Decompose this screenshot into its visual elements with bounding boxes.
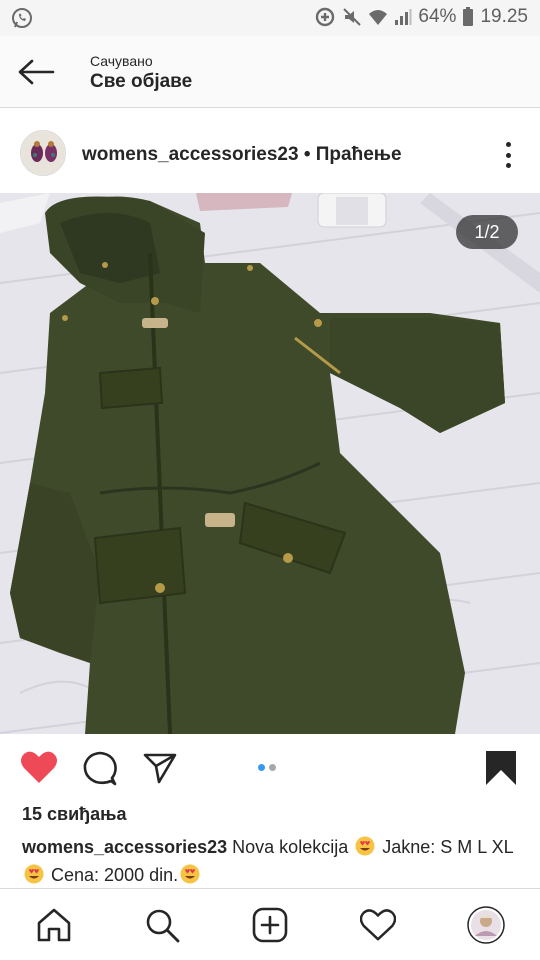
- dot: [505, 152, 511, 158]
- carousel-indicator: [258, 764, 276, 771]
- post-caption: womens_accessories23 Nova kolekcija Jakn…: [22, 833, 518, 889]
- page-title: Све објаве: [90, 71, 193, 92]
- caption-text-3: Cena: 2000 din.: [51, 865, 179, 885]
- data-saver-icon: [314, 6, 336, 28]
- wifi-icon: [368, 7, 388, 27]
- back-button[interactable]: [14, 52, 58, 92]
- comment-button[interactable]: [82, 750, 118, 791]
- status-bar: 64% 19.25: [0, 0, 540, 36]
- action-bar: [0, 734, 540, 800]
- nav-activity[interactable]: [358, 905, 398, 945]
- following-button[interactable]: Праћење: [316, 144, 402, 165]
- carousel-dot-active: [258, 764, 265, 771]
- comment-icon: [83, 751, 117, 786]
- separator: •: [298, 144, 316, 165]
- likes-count[interactable]: 15 свиђања: [22, 804, 127, 825]
- carousel-dot: [269, 764, 276, 771]
- add-post-icon: [252, 907, 288, 943]
- username-link[interactable]: womens_accessories23: [82, 144, 299, 165]
- post-image[interactable]: 1/2: [0, 193, 540, 734]
- home-icon: [37, 908, 71, 942]
- profile-avatar: [467, 906, 505, 944]
- nav-home[interactable]: [34, 905, 74, 945]
- image-counter: 1/2: [456, 215, 518, 249]
- heart-eyes-emoji-icon: [180, 864, 200, 884]
- share-button[interactable]: [142, 750, 178, 791]
- mute-icon: [342, 7, 362, 27]
- jacket-photo: [0, 193, 540, 734]
- top-header: Сачувано Све објаве: [0, 36, 540, 108]
- caption-text-1: Nova kolekcija: [232, 837, 349, 857]
- nav-profile[interactable]: [466, 905, 506, 945]
- heart-eyes-emoji-icon: [355, 836, 375, 856]
- save-button[interactable]: [484, 750, 518, 791]
- dot: [505, 163, 511, 168]
- search-icon: [146, 909, 180, 943]
- caption-text-2: Jakne: S M L XL: [382, 837, 513, 857]
- saved-label: Сачувано: [90, 53, 153, 69]
- dot: [505, 142, 511, 147]
- battery-percent: 64%: [418, 6, 457, 27]
- heart-eyes-emoji-icon: [24, 864, 44, 884]
- bottom-nav: [0, 888, 540, 960]
- nav-search[interactable]: [142, 905, 182, 945]
- send-icon: [143, 753, 177, 784]
- whatsapp-icon: [10, 6, 34, 30]
- arrow-left-icon: [18, 59, 55, 85]
- post-header: womens_accessories23 • Праћење: [0, 114, 540, 194]
- more-options-button[interactable]: [496, 140, 520, 170]
- signal-icon: [394, 8, 412, 26]
- heart-filled-icon: [21, 751, 57, 783]
- avatar[interactable]: [20, 130, 66, 176]
- nav-new-post[interactable]: [250, 905, 290, 945]
- caption-username[interactable]: womens_accessories23: [22, 837, 227, 857]
- battery-icon: [462, 7, 474, 27]
- heart-outline-icon: [360, 909, 396, 941]
- clock: 19.25: [480, 6, 528, 27]
- post-author: womens_accessories23 • Праћење: [82, 144, 402, 166]
- bookmark-filled-icon: [486, 751, 516, 785]
- like-button[interactable]: [20, 750, 58, 789]
